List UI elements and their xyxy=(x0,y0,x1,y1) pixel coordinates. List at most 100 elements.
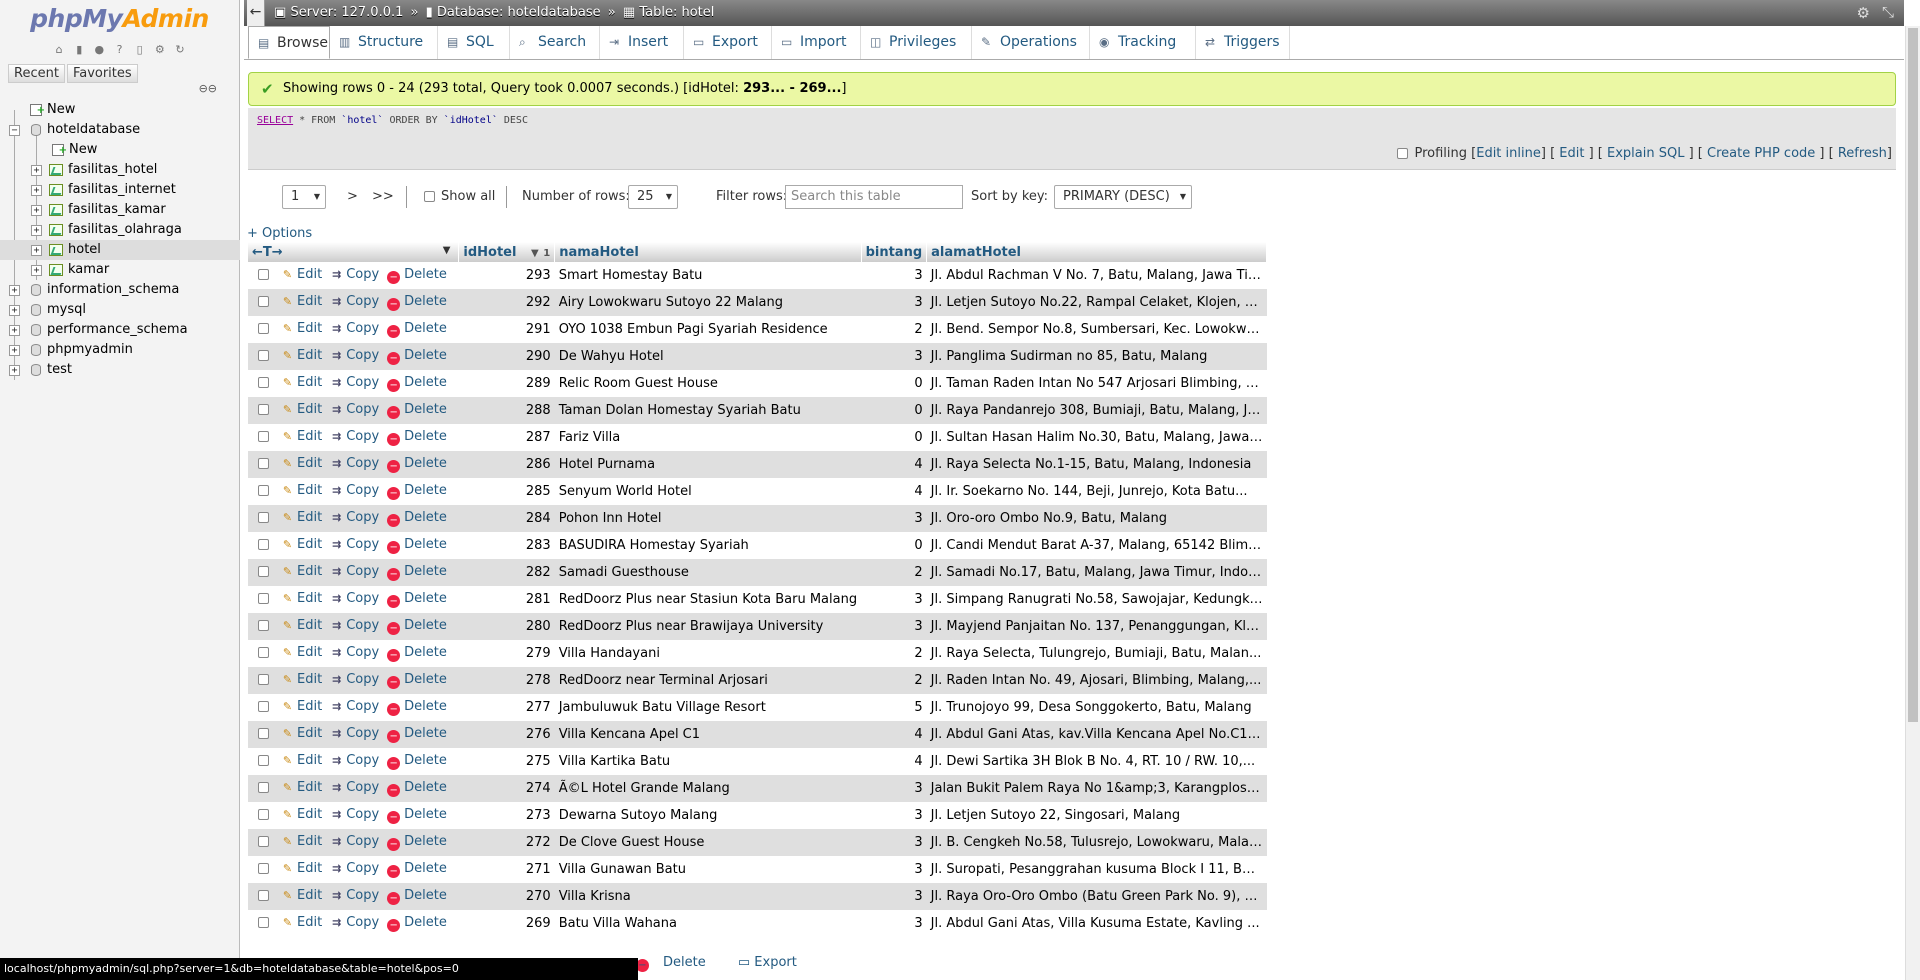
copy-row-button[interactable]: ⇉ Copy xyxy=(330,564,379,579)
edit-row-button[interactable]: ✎ Edit xyxy=(281,429,322,444)
cell-namahotel[interactable]: Taman Dolan Homestay Syariah Batu xyxy=(554,397,862,424)
copy-row-button[interactable]: ⇉ Copy xyxy=(330,645,379,660)
cell-idhotel[interactable]: 285 xyxy=(458,478,555,505)
link-with-main-icon[interactable]: ⊖⊖ xyxy=(199,82,217,95)
expand-icon[interactable]: + xyxy=(9,325,20,336)
cell-idhotel[interactable]: 282 xyxy=(458,559,555,586)
row-checkbox[interactable] xyxy=(258,809,269,820)
expand-icon[interactable]: + xyxy=(9,345,20,356)
cell-idhotel[interactable]: 293 xyxy=(458,262,555,289)
cell-idhotel[interactable]: 284 xyxy=(458,505,555,532)
delete-row-button[interactable]: − Delete xyxy=(387,888,447,905)
column-dropdown-icon[interactable]: ▼ xyxy=(443,245,451,256)
cell-namahotel[interactable]: Senyum World Hotel xyxy=(554,478,862,505)
cell-namahotel[interactable]: Dewarna Sutoyo Malang xyxy=(554,802,862,829)
cell-bintang[interactable]: 0 xyxy=(861,397,927,424)
cell-bintang[interactable]: 0 xyxy=(861,370,927,397)
expand-icon[interactable]: + xyxy=(31,165,42,176)
header-idhotel[interactable]: idHotel ▼ 1 xyxy=(458,242,556,262)
create-php-code-link[interactable]: Create PHP code xyxy=(1707,146,1815,161)
copy-row-button[interactable]: ⇉ Copy xyxy=(330,807,379,822)
cell-bintang[interactable]: 5 xyxy=(861,694,927,721)
cell-bintang[interactable]: 4 xyxy=(861,748,927,775)
cell-alamathotel[interactable]: Jl. Raden Intan No. 49, Ajosari, Blimbin… xyxy=(926,667,1267,694)
copy-row-button[interactable]: ⇉ Copy xyxy=(330,915,379,930)
edit-row-button[interactable]: ✎ Edit xyxy=(281,564,322,579)
header-bintang[interactable]: bintang xyxy=(861,242,928,262)
header-alamathotel[interactable]: alamatHotel xyxy=(926,242,1268,262)
cell-bintang[interactable]: 4 xyxy=(861,451,927,478)
logout-icon[interactable]: ▮ xyxy=(72,43,86,57)
tab-import[interactable]: ▭ Import xyxy=(772,26,861,59)
cell-bintang[interactable]: 2 xyxy=(861,559,927,586)
cell-namahotel[interactable]: Villa Kartika Batu xyxy=(554,748,862,775)
expand-icon[interactable]: + xyxy=(31,225,42,236)
copy-row-button[interactable]: ⇉ Copy xyxy=(330,267,379,282)
expand-icon[interactable]: + xyxy=(31,245,42,256)
copy-row-button[interactable]: ⇉ Copy xyxy=(330,537,379,552)
tree-item-hoteldatabase[interactable]: − hoteldatabase xyxy=(0,120,240,140)
cell-namahotel[interactable]: Hotel Purnama xyxy=(554,451,862,478)
row-checkbox[interactable] xyxy=(258,485,269,496)
row-checkbox[interactable] xyxy=(258,404,269,415)
delete-row-button[interactable]: − Delete xyxy=(387,618,447,635)
expand-icon[interactable]: + xyxy=(9,365,20,376)
row-checkbox[interactable] xyxy=(258,593,269,604)
cell-idhotel[interactable]: 271 xyxy=(458,856,555,883)
edit-row-button[interactable]: ✎ Edit xyxy=(281,375,322,390)
bulk-export-button[interactable]: ▭ Export xyxy=(738,955,811,970)
delete-row-button[interactable]: − Delete xyxy=(387,564,447,581)
cell-namahotel[interactable]: OYO 1038 Embun Pagi Syariah Residence xyxy=(554,316,862,343)
scrollbar-thumb[interactable] xyxy=(1908,28,1918,722)
page-select[interactable]: 1 xyxy=(282,185,326,209)
copy-row-button[interactable]: ⇉ Copy xyxy=(330,834,379,849)
row-checkbox[interactable] xyxy=(258,917,269,928)
cell-namahotel[interactable]: Smart Homestay Batu xyxy=(554,262,862,289)
cell-alamathotel[interactable]: Jl. Suropati, Pesanggrahan kusuma Block … xyxy=(926,856,1267,883)
back-arrow-icon[interactable]: ← xyxy=(247,0,265,26)
query-window-icon[interactable]: ● xyxy=(92,43,106,57)
edit-row-button[interactable]: ✎ Edit xyxy=(281,267,322,282)
header-namahotel[interactable]: namaHotel xyxy=(554,242,862,262)
row-checkbox[interactable] xyxy=(258,890,269,901)
copy-row-button[interactable]: ⇉ Copy xyxy=(330,321,379,336)
row-checkbox[interactable] xyxy=(258,782,269,793)
delete-row-button[interactable]: − Delete xyxy=(387,294,447,311)
delete-row-button[interactable]: − Delete xyxy=(387,726,447,743)
cell-namahotel[interactable]: Villa Gunawan Batu xyxy=(554,856,862,883)
row-checkbox[interactable] xyxy=(258,431,269,442)
cell-namahotel[interactable]: Villa Krisna xyxy=(554,883,862,910)
copy-row-button[interactable]: ⇉ Copy xyxy=(330,726,379,741)
edit-row-button[interactable]: ✎ Edit xyxy=(281,456,322,471)
cell-idhotel[interactable]: 273 xyxy=(458,802,555,829)
breadcrumb-server[interactable]: Server: 127.0.0.1 xyxy=(290,5,403,20)
tab-tracking[interactable]: ◉ Tracking xyxy=(1090,26,1196,59)
copy-row-button[interactable]: ⇉ Copy xyxy=(330,618,379,633)
delete-row-button[interactable]: − Delete xyxy=(387,699,447,716)
delete-row-button[interactable]: − Delete xyxy=(387,483,447,500)
expand-icon[interactable]: + xyxy=(9,285,20,296)
cell-alamathotel[interactable]: Jalan Bukit Palem Raya No 1&amp;3, Karan… xyxy=(926,775,1267,802)
cell-alamathotel[interactable]: Jl. Simpang Ranugrati No.58, Sawojajar, … xyxy=(926,586,1267,613)
settings-gear-icon[interactable]: ⚙ xyxy=(1857,4,1870,22)
row-checkbox[interactable] xyxy=(258,539,269,550)
home-icon[interactable]: ⌂ xyxy=(52,43,66,57)
cell-alamathotel[interactable]: Jl. Raya Pandanrejo 308, Bumiaji, Batu, … xyxy=(926,397,1267,424)
collapse-icon[interactable]: ⤡ xyxy=(1882,3,1894,21)
row-checkbox[interactable] xyxy=(258,647,269,658)
cell-namahotel[interactable]: Samadi Guesthouse xyxy=(554,559,862,586)
cell-alamathotel[interactable]: Jl. Ir. Soekarno No. 144, Beji, Junrejo,… xyxy=(926,478,1267,505)
tab-triggers[interactable]: ⇄ Triggers xyxy=(1196,26,1290,59)
row-checkbox[interactable] xyxy=(258,269,269,280)
delete-row-button[interactable]: − Delete xyxy=(387,780,447,797)
row-checkbox[interactable] xyxy=(258,296,269,307)
tree-item-fasilitas-hotel[interactable]: + fasilitas_hotel xyxy=(0,160,240,180)
favorites-tab[interactable]: Favorites xyxy=(66,64,138,83)
row-checkbox[interactable] xyxy=(258,377,269,388)
cell-bintang[interactable]: 2 xyxy=(861,640,927,667)
cell-namahotel[interactable]: Jambuluwuk Batu Village Resort xyxy=(554,694,862,721)
cell-alamathotel[interactable]: Jl. Trunojoyo 99, Desa Songgokerto, Batu… xyxy=(926,694,1267,721)
vertical-scrollbar[interactable] xyxy=(1905,26,1920,980)
row-checkbox[interactable] xyxy=(258,620,269,631)
breadcrumb-table[interactable]: Table: hotel xyxy=(639,5,714,20)
